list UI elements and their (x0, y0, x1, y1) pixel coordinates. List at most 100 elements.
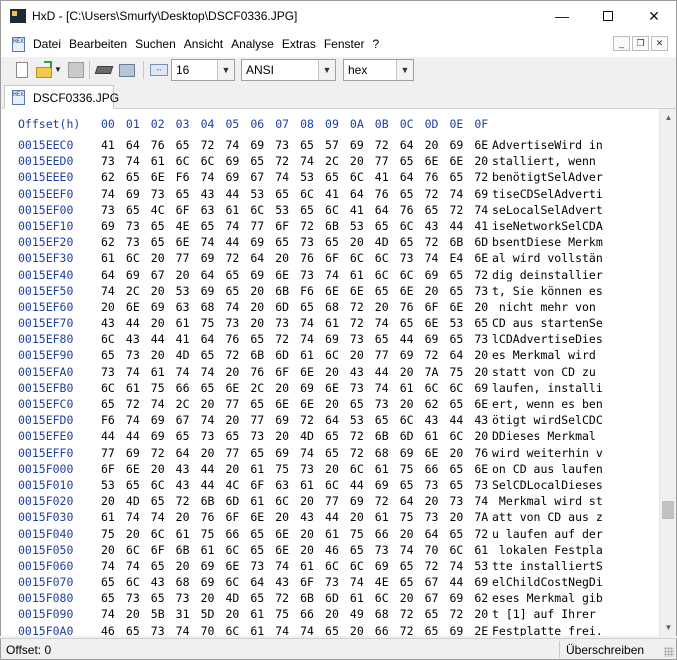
hex-byte[interactable]: 20 (101, 542, 126, 558)
hex-row[interactable]: 0015EFC0 65 72 74 2C 20 77 65 6E 6E 20 65 73 20 62 65 6E… (1, 396, 656, 412)
hex-byte[interactable]: F6 (101, 412, 126, 428)
menu-item[interactable]: Fenster (324, 37, 365, 51)
hex-byte[interactable]: 65 (151, 493, 176, 509)
hex-byte[interactable]: 73 (101, 202, 126, 218)
hex-byte[interactable]: 41 (350, 202, 375, 218)
new-file-icon[interactable] (13, 61, 31, 79)
hex-byte[interactable]: 65 (400, 574, 425, 590)
row-text[interactable]: Festplatte frei. (492, 623, 603, 636)
hex-byte[interactable]: 20 (350, 623, 375, 636)
hex-byte[interactable]: 73 (126, 590, 151, 606)
hex-byte[interactable]: 20 (275, 250, 300, 266)
hex-byte[interactable]: 6E (300, 364, 325, 380)
hex-byte[interactable]: 65 (449, 267, 474, 283)
hex-byte[interactable]: 61 (425, 428, 450, 444)
hex-byte[interactable]: 69 (275, 412, 300, 428)
hex-byte[interactable]: 6F (275, 218, 300, 234)
hex-byte[interactable]: 69 (425, 267, 450, 283)
hex-byte[interactable]: 73 (300, 461, 325, 477)
hex-byte[interactable]: 6C (225, 574, 250, 590)
hex-byte[interactable]: 20 (300, 526, 325, 542)
hex-byte[interactable]: 74 (275, 169, 300, 185)
hex-byte[interactable]: 6C (350, 558, 375, 574)
hex-byte[interactable]: 74 (449, 186, 474, 202)
hex-row[interactable]: 0015EF30 61 6C 20 77 69 72 64 20 76 6F 6C 6C 73 74 E4 6E… (1, 250, 656, 266)
hex-byte[interactable]: 72 (275, 331, 300, 347)
hex-byte[interactable]: 75 (101, 526, 126, 542)
hex-byte[interactable]: 6F (225, 509, 250, 525)
hex-byte[interactable]: 6C (325, 558, 350, 574)
hex-row[interactable]: 0015EED0 73 74 61 6C 6C 69 65 72 74 2C 20 77 65 6E 6E 20… (1, 153, 656, 169)
hex-byte[interactable]: 69 (400, 347, 425, 363)
hex-byte[interactable]: 69 (225, 153, 250, 169)
hex-byte[interactable]: 65 (400, 186, 425, 202)
hex-byte[interactable]: 6C (375, 250, 400, 266)
hex-byte[interactable]: 73 (400, 250, 425, 266)
row-text[interactable]: att von CD aus z (492, 509, 603, 525)
menu-item[interactable]: Bearbeiten (69, 37, 127, 51)
hex-byte[interactable]: 20 (176, 267, 201, 283)
hex-byte[interactable]: 6E (425, 445, 450, 461)
hex-byte[interactable]: 65 (176, 137, 201, 153)
chevron-down-icon[interactable]: ▼ (396, 60, 413, 80)
hex-byte[interactable]: 6E (126, 299, 151, 315)
hex-byte[interactable]: 65 (375, 218, 400, 234)
hex-byte[interactable]: 65 (400, 315, 425, 331)
hex-byte[interactable]: 64 (400, 493, 425, 509)
hex-byte[interactable]: 53 (176, 283, 201, 299)
hex-byte[interactable]: 74 (425, 250, 450, 266)
hex-byte[interactable]: 6E (300, 396, 325, 412)
hex-byte[interactable]: 20 (400, 526, 425, 542)
hex-row[interactable]: 0015F070 65 6C 43 68 69 6C 64 43 6F 73 74 4E 65 67 44 69… (1, 574, 656, 590)
hex-byte[interactable]: 65 (449, 526, 474, 542)
hex-byte[interactable]: 65 (250, 590, 275, 606)
hex-row[interactable]: 0015EFD0 F6 74 69 67 74 20 77 69 72 64 53 65 6C 43 44 43… (1, 412, 656, 428)
hex-byte[interactable]: 74 (225, 218, 250, 234)
hex-byte[interactable]: 43 (176, 461, 201, 477)
hex-byte[interactable]: 64 (201, 331, 226, 347)
hex-byte[interactable]: 43 (350, 364, 375, 380)
hex-byte[interactable]: 74 (151, 509, 176, 525)
row-text[interactable]: seLocalSelAdvert (492, 202, 603, 218)
hex-byte[interactable]: 70 (201, 623, 226, 636)
hex-byte[interactable]: 61 (300, 477, 325, 493)
hex-byte[interactable]: 65 (400, 558, 425, 574)
hex-byte[interactable]: 20 (325, 396, 350, 412)
hex-byte[interactable]: 44 (126, 315, 151, 331)
scroll-down-icon[interactable]: ▼ (660, 619, 676, 636)
hex-byte[interactable]: 20 (350, 234, 375, 250)
hex-byte[interactable]: 69 (151, 299, 176, 315)
hex-byte[interactable]: 65 (250, 396, 275, 412)
row-text[interactable]: tte installiertS (492, 558, 603, 574)
row-text[interactable]: SelCDLocalDieses (492, 477, 603, 493)
row-text[interactable]: DDieses Merkmal (492, 428, 603, 444)
hex-byte[interactable]: 72 (275, 590, 300, 606)
hex-row[interactable]: 0015F040 75 20 6C 61 75 66 65 6E 20 61 75 66 20 64 65 72… (1, 526, 656, 542)
hex-byte[interactable]: 43 (425, 218, 450, 234)
hex-byte[interactable]: 65 (250, 526, 275, 542)
hex-byte[interactable]: 6C (101, 331, 126, 347)
hex-byte[interactable]: 53 (350, 412, 375, 428)
hex-byte[interactable]: 6C (201, 153, 226, 169)
hex-byte[interactable]: 65 (225, 428, 250, 444)
hex-byte[interactable]: 6F (425, 299, 450, 315)
hex-byte[interactable]: 65 (325, 445, 350, 461)
hex-byte[interactable]: 2C (126, 283, 151, 299)
hex-byte[interactable]: 74 (101, 606, 126, 622)
hex-byte[interactable]: 6C (375, 267, 400, 283)
hex-byte[interactable]: 6C (225, 542, 250, 558)
hex-row[interactable]: 0015EF50 74 2C 20 53 69 65 20 6B F6 6E 6E 65 6E 20 65 73… (1, 283, 656, 299)
row-text[interactable]: Merkmal wird st (492, 493, 603, 509)
hex-byte[interactable]: 75 (275, 606, 300, 622)
hex-byte[interactable]: 20 (250, 283, 275, 299)
hex-byte[interactable]: 20 (250, 315, 275, 331)
hex-byte[interactable]: 6E (400, 283, 425, 299)
hex-byte[interactable]: 72 (225, 347, 250, 363)
hex-row[interactable]: 0015F000 6F 6E 20 43 44 20 61 75 73 20 6C 61 75 66 65 6E… (1, 461, 656, 477)
hex-byte[interactable]: 44 (449, 412, 474, 428)
hex-byte[interactable]: 6C (400, 218, 425, 234)
hex-byte[interactable]: 73 (126, 347, 151, 363)
hex-byte[interactable]: 65 (300, 202, 325, 218)
hex-byte[interactable]: 6E (275, 396, 300, 412)
hex-byte[interactable]: 6E (176, 234, 201, 250)
